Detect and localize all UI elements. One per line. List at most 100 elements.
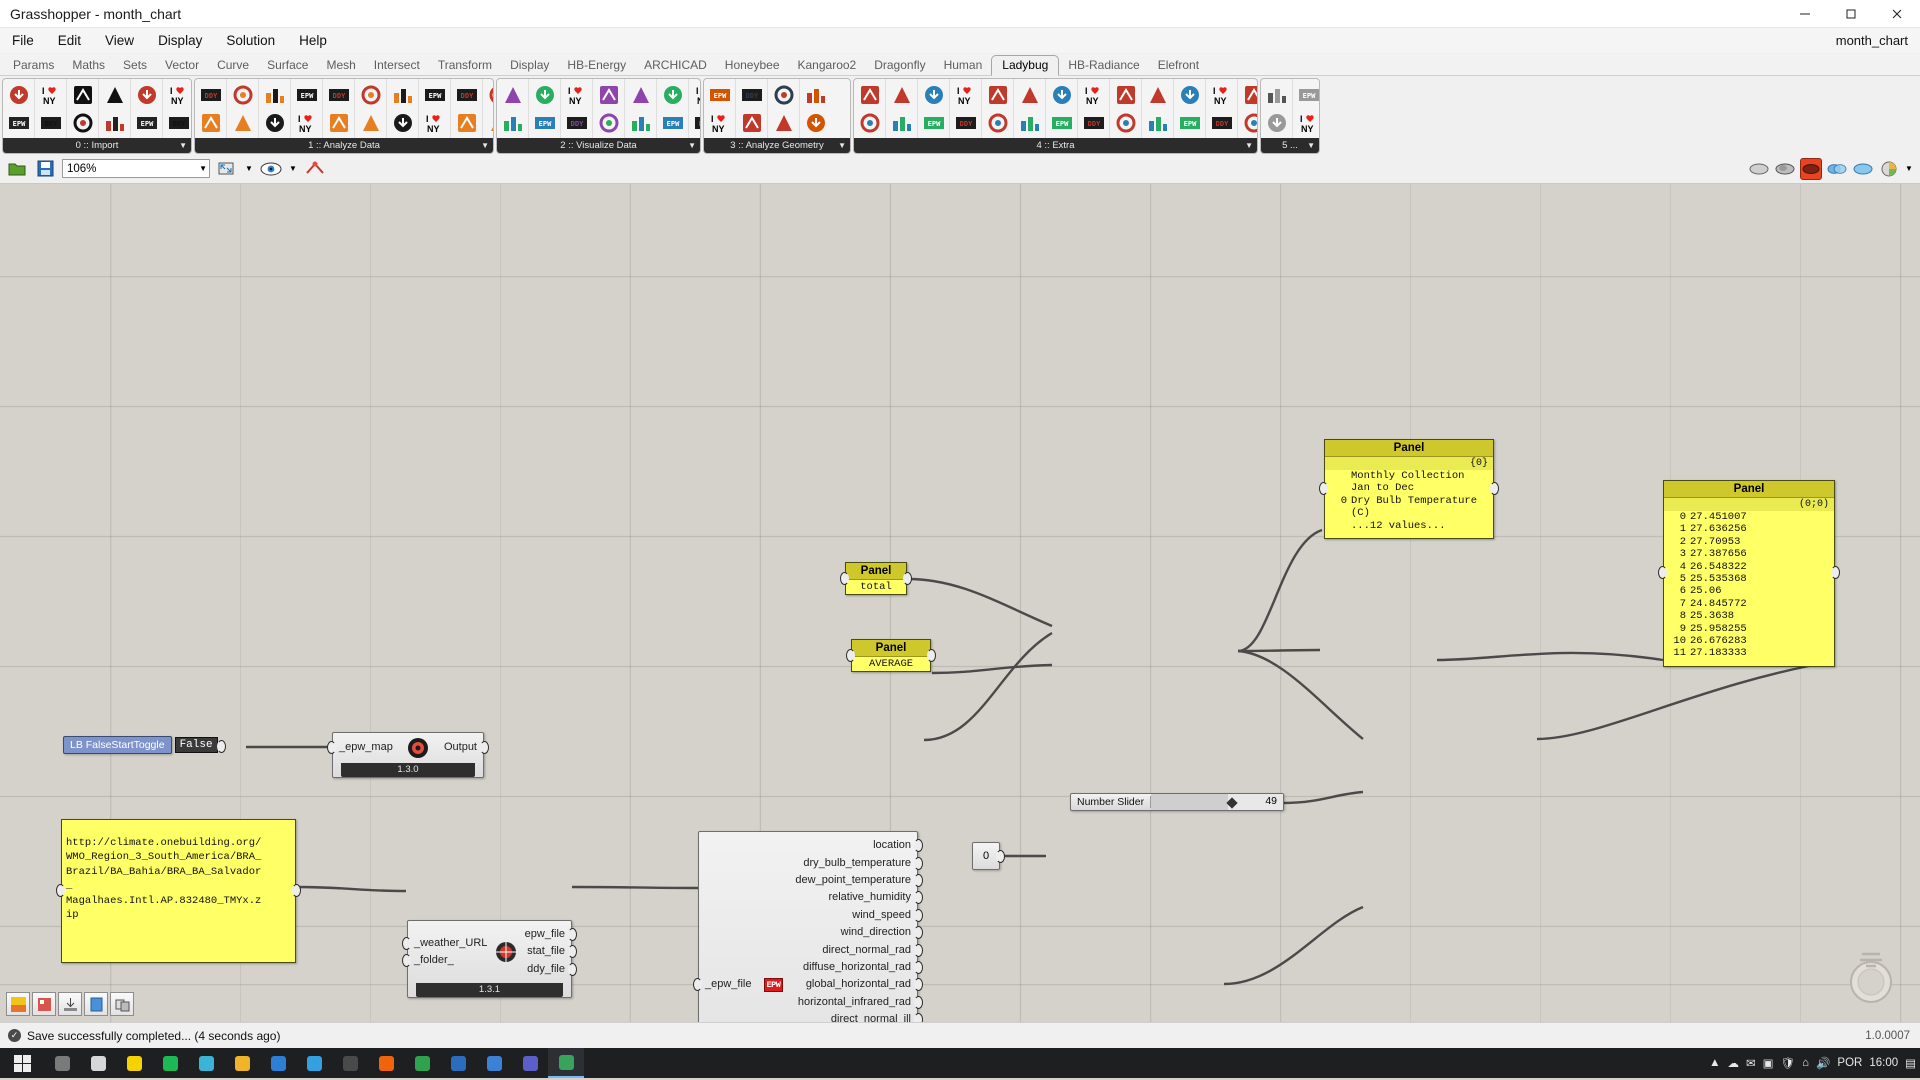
ribbon-icon-1-8-0[interactable]: DDY	[453, 81, 480, 108]
ribbon-tab-params[interactable]: Params	[4, 56, 63, 75]
ribbon-icon-4-10-0[interactable]	[1176, 81, 1203, 108]
output-param[interactable]: global_horizontal_rad	[806, 976, 911, 993]
output-pin[interactable]	[914, 926, 923, 940]
ribbon-icon-0-5-0[interactable]: I NY	[165, 81, 191, 108]
ribbon-icon-2-0-0[interactable]	[499, 81, 526, 108]
number-output-pin[interactable]	[996, 850, 1005, 863]
ribbon-tab-hb-radiance[interactable]: HB-Radiance	[1059, 56, 1148, 75]
ribbon-icon-2-6-0[interactable]: INY	[691, 81, 701, 108]
tray-network-icon[interactable]: ⌂	[1802, 1057, 1809, 1069]
profiler-widget-icon[interactable]	[32, 992, 56, 1016]
download-widget-icon[interactable]	[58, 992, 82, 1016]
ribbon-icon-4-2-1[interactable]: EPW	[920, 109, 947, 136]
panel-body[interactable]: (0;0) 0 27.451007 1 27.636256 2 27.70953 3 27.38…	[1664, 498, 1834, 666]
chevron-down-icon[interactable]: ▼	[244, 158, 254, 180]
ribbon-icon-4-10-1[interactable]: EPW	[1176, 109, 1203, 136]
taskbar-explorer-icon[interactable]	[260, 1048, 296, 1078]
menu-item-view[interactable]: View	[93, 31, 146, 50]
output-param[interactable]: epw_file	[525, 926, 565, 943]
ribbon-icon-2-5-0[interactable]	[659, 81, 686, 108]
zoom-level-select[interactable]: 106% ▼	[62, 159, 210, 178]
taskbar-clock[interactable]: 16:00	[1869, 1057, 1898, 1069]
ribbon-icon-3-2-0[interactable]	[770, 81, 797, 108]
ribbon-icon-4-11-1[interactable]: DDY	[1208, 109, 1235, 136]
panel-input-pin[interactable]	[1319, 482, 1328, 496]
panel-output-pin[interactable]	[1490, 482, 1499, 496]
ribbon-icon-2-1-0[interactable]	[531, 81, 558, 108]
tray-onedrive-icon[interactable]: ☁	[1728, 1056, 1740, 1070]
ribbon-group-label[interactable]: 4 :: Extra ▼	[854, 138, 1257, 153]
ribbon-icon-5-1-0[interactable]: EPW	[1295, 81, 1319, 108]
ribbon-icon-1-9-0[interactable]	[485, 81, 493, 108]
ribbon-icon-2-2-1[interactable]: DDY	[563, 109, 590, 136]
ribbon-icon-3-0-0[interactable]: EPW	[706, 81, 733, 108]
panel-output-pin[interactable]	[903, 571, 912, 585]
ribbon-icon-5-0-1[interactable]	[1263, 109, 1290, 136]
close-button[interactable]	[1874, 0, 1920, 28]
tray-security-icon[interactable]: 🛡	[1781, 1056, 1796, 1070]
output-pin[interactable]	[914, 891, 923, 905]
taskbar-blue-icon[interactable]	[476, 1048, 512, 1078]
save-file-icon[interactable]	[34, 158, 56, 180]
ribbon-tab-ladybug[interactable]: Ladybug	[991, 55, 1060, 76]
ribbon-icon-0-0-1[interactable]: EPW	[5, 109, 32, 136]
taskbar-flame-icon[interactable]	[368, 1048, 404, 1078]
ribbon-icon-3-3-1[interactable]	[802, 109, 829, 136]
zoom-extents-icon[interactable]	[216, 158, 238, 180]
ribbon-icon-2-1-1[interactable]: EPW	[531, 109, 558, 136]
ribbon-tab-vector[interactable]: Vector	[156, 56, 208, 75]
output-pin[interactable]	[914, 908, 923, 922]
ribbon-tab-dragonfly[interactable]: Dragonfly	[865, 56, 934, 75]
taskbar-spotify-icon[interactable]	[188, 1048, 224, 1078]
ribbon-tab-surface[interactable]: Surface	[258, 56, 317, 75]
ribbon-icon-4-1-0[interactable]	[888, 81, 915, 108]
panel-output-pin[interactable]	[1831, 566, 1840, 580]
maximize-button[interactable]	[1828, 0, 1874, 28]
ribbon-tab-display[interactable]: Display	[501, 56, 558, 75]
ribbon-icon-4-7-0[interactable]: I NY	[1080, 81, 1107, 108]
ribbon-icon-4-1-1[interactable]	[888, 109, 915, 136]
ribbon-icon-4-12-1[interactable]	[1240, 109, 1257, 136]
panel-input-pin[interactable]	[846, 648, 855, 662]
output-pin[interactable]	[914, 995, 923, 1009]
ribbon-icon-0-4-1[interactable]: EPW	[133, 109, 160, 136]
ribbon-icon-3-0-1[interactable]: I NY	[706, 109, 733, 136]
comp-epw-map[interactable]: _epw_map Output 1.3.0	[327, 732, 489, 778]
output-pin[interactable]	[914, 856, 923, 870]
chevron-down-icon[interactable]: ▼	[481, 141, 489, 150]
output-param[interactable]: wind_speed	[852, 907, 911, 924]
output-param[interactable]: direct_normal_rad	[822, 942, 911, 959]
boolean-toggle-group[interactable]: LB FalseStartToggle False	[63, 736, 226, 754]
remote-panel-icon[interactable]	[110, 992, 134, 1016]
ribbon-icon-1-7-0[interactable]: EPW	[421, 81, 448, 108]
ribbon-icon-4-4-1[interactable]	[984, 109, 1011, 136]
output-pin[interactable]	[568, 962, 577, 976]
menu-item-solution[interactable]: Solution	[214, 31, 287, 50]
output-pin[interactable]	[914, 960, 923, 974]
ribbon-icon-1-3-0[interactable]: EPW	[293, 81, 320, 108]
ribbon-icon-0-3-1[interactable]	[101, 109, 128, 136]
comp-download-epw[interactable]: _weather_URL _folder_ epw_file stat_file dd…	[402, 920, 577, 999]
ribbon-icon-0-1-1[interactable]: DDY	[37, 109, 64, 136]
ribbon-icon-4-9-0[interactable]	[1144, 81, 1171, 108]
ribbon-icon-4-7-1[interactable]: DDY	[1080, 109, 1107, 136]
ribbon-icon-2-3-1[interactable]	[595, 109, 622, 136]
preview-transparent-icon[interactable]	[1852, 158, 1874, 180]
taskbar-firefox-icon[interactable]	[152, 1048, 188, 1078]
ribbon-tab-elefront[interactable]: Elefront	[1149, 56, 1208, 75]
ribbon-icon-4-5-1[interactable]	[1016, 109, 1043, 136]
output-param[interactable]: wind_direction	[841, 924, 911, 941]
grasshopper-canvas[interactable]: Panel total Panel AVERAGE Panel {0} Monthly Co…	[0, 184, 1920, 1022]
output-pin[interactable]	[914, 1013, 923, 1022]
output-param[interactable]: direct_normal_ill	[831, 1011, 911, 1022]
ribbon-icon-3-1-1[interactable]	[738, 109, 765, 136]
toggle-value[interactable]: False	[174, 737, 218, 753]
ribbon-icon-2-3-0[interactable]	[595, 81, 622, 108]
preview-shaded-icon[interactable]	[1748, 158, 1770, 180]
output-param[interactable]: dry_bulb_temperature	[803, 855, 911, 872]
chevron-down-icon[interactable]: ▼	[1307, 141, 1315, 150]
panel-body[interactable]: {0} Monthly Collection Jan to Dec 0 Dry Bulb…	[1325, 457, 1493, 539]
panel-epw-url[interactable]: http://climate.onebuilding.org/WMO_Regio…	[56, 819, 301, 964]
panel-input-pin[interactable]	[840, 571, 849, 585]
taskbar-search-icon[interactable]	[44, 1048, 80, 1078]
